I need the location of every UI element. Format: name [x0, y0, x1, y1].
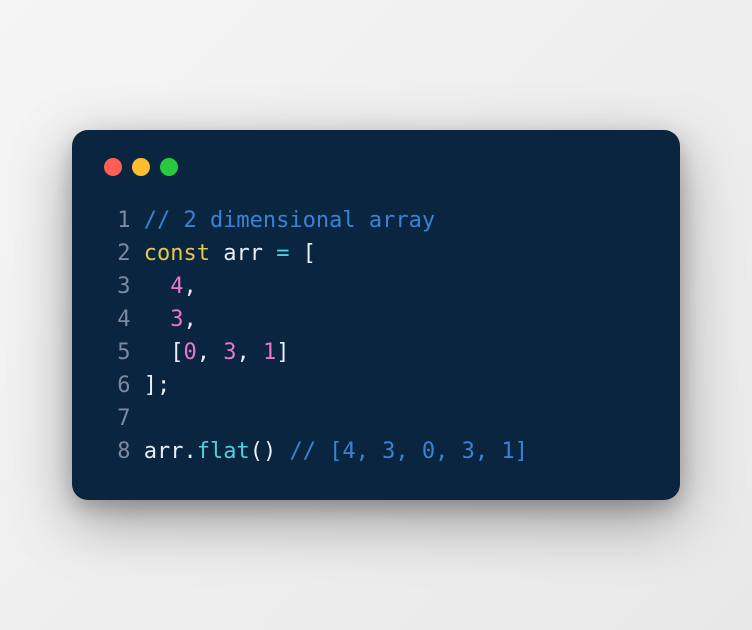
code-line: 1 // 2 dimensional array	[104, 204, 648, 237]
number: 3	[223, 336, 236, 369]
code-line: 6 ];	[104, 369, 648, 402]
punct: ,	[236, 336, 263, 369]
method: flat	[197, 435, 250, 468]
code-line: 2 const arr = [	[104, 237, 648, 270]
line-number: 6	[104, 369, 130, 402]
punct: [	[289, 237, 316, 270]
punct: ,	[197, 336, 224, 369]
punct: ()	[250, 435, 290, 468]
code-line: 8 arr.flat() // [4, 3, 0, 3, 1]	[104, 435, 648, 468]
punct: ];	[144, 369, 171, 402]
code-line: 7	[104, 402, 648, 435]
punct: ,	[183, 270, 196, 303]
bracket: [	[170, 336, 183, 369]
number: 1	[263, 336, 276, 369]
comment: // 2 dimensional array	[144, 204, 435, 237]
close-icon[interactable]	[104, 158, 122, 176]
line-number: 4	[104, 303, 130, 336]
maximize-icon[interactable]	[160, 158, 178, 176]
number: 4	[170, 270, 183, 303]
line-number: 7	[104, 402, 130, 435]
line-number: 1	[104, 204, 130, 237]
line-number: 2	[104, 237, 130, 270]
code-line: 4 3,	[104, 303, 648, 336]
identifier: arr	[210, 237, 276, 270]
code-window: 1 // 2 dimensional array 2 const arr = […	[72, 130, 680, 500]
line-number: 5	[104, 336, 130, 369]
indent	[144, 270, 171, 303]
indent	[144, 336, 171, 369]
line-number: 3	[104, 270, 130, 303]
line-number: 8	[104, 435, 130, 468]
code-line: 3 4,	[104, 270, 648, 303]
number: 3	[170, 303, 183, 336]
window-controls	[104, 158, 648, 176]
identifier: arr	[144, 435, 184, 468]
number: 0	[183, 336, 196, 369]
code-block: 1 // 2 dimensional array 2 const arr = […	[104, 204, 648, 468]
punct: .	[183, 435, 196, 468]
keyword: const	[144, 237, 210, 270]
bracket: ]	[276, 336, 289, 369]
code-line: 5 [0, 3, 1]	[104, 336, 648, 369]
indent	[144, 303, 171, 336]
punct: ,	[183, 303, 196, 336]
operator: =	[276, 237, 289, 270]
comment: // [4, 3, 0, 3, 1]	[289, 435, 527, 468]
minimize-icon[interactable]	[132, 158, 150, 176]
